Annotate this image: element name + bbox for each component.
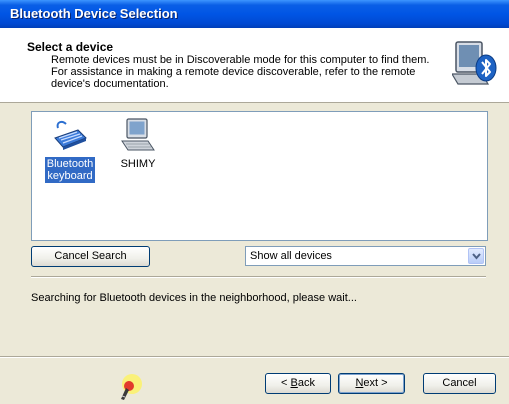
device-list[interactable]: Bluetooth keyboard SHIMY bbox=[31, 111, 488, 241]
divider bbox=[31, 276, 486, 278]
wizard-pointer-icon bbox=[121, 374, 142, 400]
header-description: Remote devices must be in Discoverable m… bbox=[51, 54, 430, 90]
wizard-header: Select a device Remote devices must be i… bbox=[0, 28, 509, 103]
title-bar[interactable]: Bluetooth Device Selection bbox=[0, 0, 509, 28]
search-status-text: Searching for Bluetooth devices in the n… bbox=[31, 292, 357, 304]
back-button[interactable]: < Back bbox=[265, 373, 331, 394]
footer-divider bbox=[0, 356, 509, 358]
cancel-search-button[interactable]: Cancel Search bbox=[31, 246, 150, 267]
window-title: Bluetooth Device Selection bbox=[10, 6, 178, 21]
keyboard-icon bbox=[54, 120, 87, 150]
next-button[interactable]: Next > bbox=[338, 373, 405, 394]
computer-icon bbox=[121, 118, 155, 151]
bluetooth-device-selection-window: Bluetooth Device Selection Select a devi… bbox=[0, 0, 509, 404]
chevron-down-icon bbox=[472, 253, 481, 260]
dropdown-arrow-button[interactable] bbox=[468, 248, 484, 264]
cancel-button[interactable]: Cancel bbox=[423, 373, 496, 394]
device-label-line1: SHIMY bbox=[120, 158, 156, 170]
device-label-line2: keyboard bbox=[47, 170, 93, 182]
device-filter-select[interactable]: Show all devices bbox=[245, 246, 486, 266]
device-filter-value: Show all devices bbox=[250, 250, 332, 262]
bluetooth-computer-icon bbox=[452, 41, 497, 85]
device-label-line1: Bluetooth bbox=[46, 158, 94, 170]
header-title: Select a device bbox=[27, 40, 114, 54]
device-bluetooth-keyboard[interactable]: Bluetooth keyboard bbox=[38, 116, 102, 183]
device-shimy[interactable]: SHIMY bbox=[113, 116, 163, 171]
